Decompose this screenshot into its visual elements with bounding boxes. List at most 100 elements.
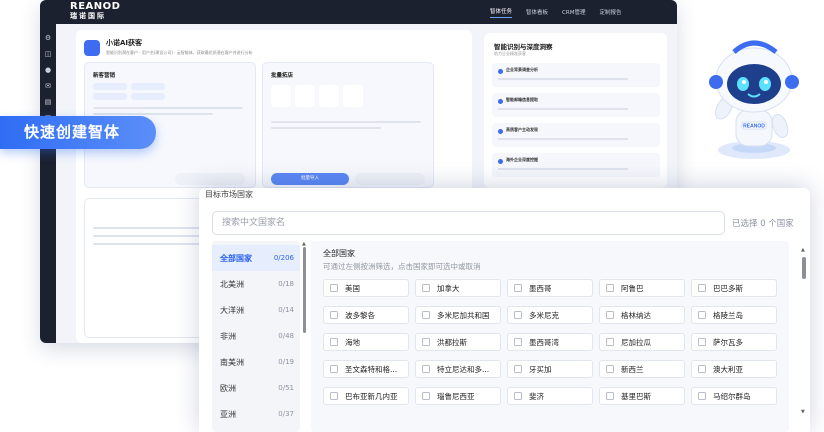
country-checkbox[interactable]: 新西兰 [599,360,685,378]
country-name: 美国 [345,283,360,293]
country-scrollbar[interactable]: ▲ ▼ [801,241,807,432]
dashboard-icon[interactable]: ◫ [44,50,52,58]
country-checkbox[interactable]: 尼加拉瓜 [599,333,685,351]
country-name: 特立尼达和多... [437,364,490,374]
option-tile[interactable] [271,85,291,107]
bullet-icon [498,129,503,134]
checkbox-icon[interactable] [330,365,338,373]
nav-tab-dashboard[interactable]: 智体看板 [526,8,548,16]
country-name: 新西兰 [621,364,644,374]
checkbox-icon[interactable] [422,311,430,319]
country-checkbox[interactable]: 牙买加 [507,360,593,378]
checkbox-icon[interactable] [422,338,430,346]
checkbox-icon[interactable] [330,392,338,400]
checkbox-icon[interactable] [514,365,522,373]
nav-tab-reports[interactable]: 定制报告 [599,8,621,16]
region-item[interactable]: 大洋洲 0/14 [212,297,300,323]
secondary-button[interactable] [175,173,245,185]
checkbox-icon[interactable] [606,284,614,292]
country-checkbox[interactable]: 墨西哥湾 [507,333,593,351]
batch-import-button[interactable]: 批量导入 [271,173,349,185]
checkbox-icon[interactable] [514,284,522,292]
insight-item[interactable]: 高质客户主动发现 [492,123,660,147]
checkbox-icon[interactable] [606,392,614,400]
option-tile[interactable] [343,85,363,107]
insight-item[interactable]: 海外企业深度挖掘 [492,153,660,177]
country-checkbox[interactable]: 澳大利亚 [691,360,777,378]
scroll-down-icon[interactable]: ▼ [801,409,805,415]
settings-icon[interactable]: ⚙ [44,34,52,42]
scroll-thumb[interactable] [303,247,306,333]
country-checkbox[interactable]: 基里巴斯 [599,387,685,405]
country-checkbox[interactable]: 格陵兰岛 [691,306,777,324]
country-panel: 全部国家 可通过左侧按洲筛选，点击国家即可选中或取消 美国 加拿大 墨西哥 阿鲁巴 巴巴… [311,241,789,432]
option-tile[interactable] [295,85,315,107]
checkbox-icon[interactable] [514,338,522,346]
option-tile[interactable] [319,85,339,107]
document-icon[interactable]: ▤ [44,98,52,106]
country-checkbox[interactable]: 巴布亚新几内亚 [323,387,409,405]
region-item[interactable]: 北美洲 0/18 [212,271,300,297]
region-item[interactable]: 南美洲 0/19 [212,349,300,375]
region-item[interactable]: 亚洲 0/37 [212,401,300,427]
insight-item[interactable]: 智能邮箱信息提取 [492,93,660,117]
nav-tab-crm[interactable]: CRM管理 [562,8,585,16]
region-count: 0/51 [278,384,294,392]
scroll-thumb[interactable] [802,257,806,279]
tag[interactable] [131,83,165,90]
checkbox-icon[interactable] [606,338,614,346]
country-checkbox[interactable]: 圣文森特和格... [323,360,409,378]
checkbox-icon[interactable] [698,365,706,373]
country-checkbox[interactable]: 巴巴多斯 [691,279,777,297]
checkbox-icon[interactable] [422,284,430,292]
tag[interactable] [131,93,165,100]
country-checkbox[interactable]: 瑙鲁尼西亚 [415,387,501,405]
country-checkbox[interactable]: 美国 [323,279,409,297]
country-checkbox[interactable]: 阿鲁巴 [599,279,685,297]
checkbox-icon[interactable] [330,338,338,346]
mail-icon[interactable]: ✉ [44,82,52,90]
checkbox-icon[interactable] [422,365,430,373]
checkbox-icon[interactable] [330,284,338,292]
page-title: 小诺AI获客 [106,39,143,47]
country-checkbox[interactable]: 萨尔瓦多 [691,333,777,351]
region-item[interactable]: 欧洲 0/51 [212,375,300,401]
country-checkbox[interactable]: 波多黎各 [323,306,409,324]
country-checkbox[interactable]: 特立尼达和多... [415,360,501,378]
panel-title: 全部国家 [323,249,355,258]
region-scrollbar[interactable]: ▲ [302,241,307,432]
country-checkbox[interactable]: 斐济 [507,387,593,405]
checkbox-icon[interactable] [698,392,706,400]
text-line [498,78,628,80]
robot-mascot-icon: REANOD [709,40,799,159]
country-checkbox[interactable]: 墨西哥 [507,279,593,297]
scroll-up-icon[interactable]: ▲ [801,247,805,253]
country-checkbox[interactable]: 多米尼克 [507,306,593,324]
quick-create-agent-badge[interactable]: 快速创建智体 [0,116,156,149]
country-checkbox[interactable]: 格林纳达 [599,306,685,324]
checkbox-icon[interactable] [514,311,522,319]
checkbox-icon[interactable] [422,392,430,400]
insight-panel: 智能识别与深度洞察 助力企业精准获客 企业背景调查分析 智能邮箱信息提取 高质客… [484,33,667,188]
country-checkbox[interactable]: 海地 [323,333,409,351]
checkbox-icon[interactable] [606,311,614,319]
insight-item[interactable]: 企业背景调查分析 [492,63,660,87]
tag[interactable] [93,83,127,90]
region-item[interactable]: 非洲 0/48 [212,323,300,349]
country-search-input[interactable]: 搜索中文国家名 [212,211,725,235]
checkbox-icon[interactable] [606,365,614,373]
checkbox-icon[interactable] [698,284,706,292]
checkbox-icon[interactable] [330,311,338,319]
country-checkbox[interactable]: 马绍尔群岛 [691,387,777,405]
checkbox-icon[interactable] [698,338,706,346]
user-icon[interactable]: ● [44,66,52,74]
tag[interactable] [93,93,127,100]
nav-tab-tasks[interactable]: 智体任务 [490,7,513,18]
country-checkbox[interactable]: 加拿大 [415,279,501,297]
country-checkbox[interactable]: 洪都拉斯 [415,333,501,351]
checkbox-icon[interactable] [698,311,706,319]
checkbox-icon[interactable] [514,392,522,400]
region-item[interactable]: 全部国家 0/206 [212,245,300,271]
secondary-button[interactable] [355,173,425,185]
country-checkbox[interactable]: 多米尼加共和国 [415,306,501,324]
